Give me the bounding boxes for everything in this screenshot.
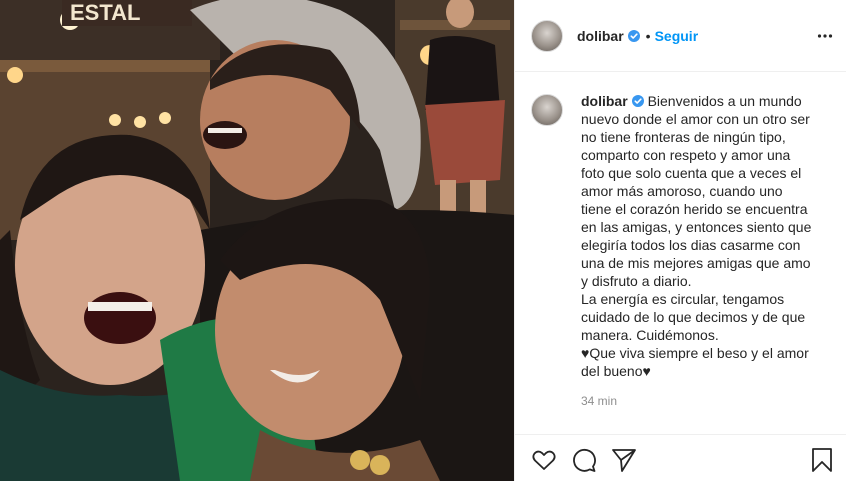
verified-badge-icon — [631, 95, 644, 107]
photo-sign-text: ESTAL — [70, 0, 140, 25]
caption-avatar[interactable] — [531, 94, 563, 126]
bookmark-icon[interactable] — [809, 447, 835, 473]
post-side-panel: dolibar • Seguir dolibar Bienvenidos a u… — [514, 0, 846, 481]
caption-text-block: dolibar Bienvenidos a un mundo nuevo don… — [581, 92, 813, 380]
post-actions-bar — [515, 434, 846, 481]
verified-badge-icon — [627, 29, 640, 42]
comment-icon[interactable] — [571, 447, 597, 473]
post-timestamp[interactable]: 34 min — [581, 394, 813, 408]
share-icon[interactable] — [611, 447, 637, 473]
separator-dot: • — [645, 27, 651, 44]
caption-block: dolibar Bienvenidos a un mundo nuevo don… — [531, 92, 835, 408]
caption-wrap: dolibar Bienvenidos a un mundo nuevo don… — [581, 92, 813, 408]
post-photo[interactable]: ESTAL — [0, 0, 514, 481]
post-photo-illustration: ESTAL — [0, 0, 514, 481]
caption-text: Bienvenidos a un mundo nuevo donde el am… — [581, 93, 812, 379]
heart-icon[interactable] — [531, 447, 557, 473]
more-options-icon[interactable] — [817, 26, 833, 46]
follow-button[interactable]: Seguir — [655, 28, 699, 44]
avatar[interactable] — [531, 19, 563, 52]
caption-username-link[interactable]: dolibar — [581, 93, 628, 109]
username-link[interactable]: dolibar — [577, 28, 624, 44]
post-header: dolibar • Seguir — [515, 0, 846, 72]
